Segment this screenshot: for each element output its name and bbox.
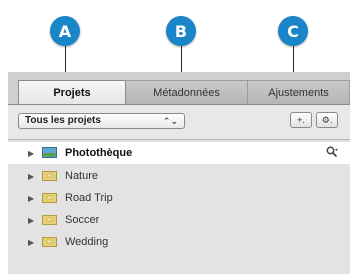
project-row[interactable]: ▶ Road Trip bbox=[8, 187, 350, 209]
project-label: Road Trip bbox=[65, 192, 113, 204]
disclosure-triangle-icon[interactable]: ▶ bbox=[28, 216, 34, 225]
project-folder-icon bbox=[42, 193, 57, 203]
project-filter-label: Tous les projets bbox=[25, 115, 101, 126]
projects-toolbar: Tous les projets ⌃⌄ +. ⚙. bbox=[8, 105, 350, 140]
tab-metadonnees[interactable]: Métadonnées bbox=[125, 80, 248, 104]
project-folder-icon bbox=[42, 215, 57, 225]
library-label: Photothèque bbox=[65, 147, 133, 159]
select-arrows-icon: ⌃⌄ bbox=[162, 116, 178, 126]
add-button[interactable]: +. bbox=[290, 112, 312, 128]
project-row[interactable]: ▶ Wedding bbox=[8, 231, 350, 253]
project-row[interactable]: ▶ Soccer bbox=[8, 209, 350, 231]
project-row[interactable]: ▶ Nature bbox=[8, 165, 350, 187]
action-menu-button[interactable]: ⚙. bbox=[316, 112, 338, 128]
callout-c: C bbox=[278, 16, 308, 46]
project-label: Wedding bbox=[65, 236, 109, 248]
project-folder-icon bbox=[42, 171, 57, 181]
search-icon[interactable] bbox=[326, 146, 338, 158]
tab-ajustements[interactable]: Ajustements bbox=[247, 80, 350, 104]
disclosure-triangle-icon[interactable]: ▶ bbox=[28, 194, 34, 203]
project-filter-select[interactable]: Tous les projets ⌃⌄ bbox=[18, 113, 185, 129]
project-folder-icon bbox=[42, 237, 57, 247]
library-photo-icon bbox=[42, 147, 57, 158]
disclosure-triangle-icon[interactable]: ▶ bbox=[28, 238, 34, 247]
disclosure-triangle-icon[interactable]: ▶ bbox=[28, 149, 34, 158]
tab-bar: Projets Métadonnées Ajustements bbox=[8, 80, 350, 104]
library-row[interactable]: ▶ Photothèque bbox=[8, 142, 350, 164]
inspector-panel: Projets Métadonnées Ajustements Tous les… bbox=[8, 72, 350, 274]
disclosure-triangle-icon[interactable]: ▶ bbox=[28, 172, 34, 181]
tab-projets[interactable]: Projets bbox=[18, 80, 126, 104]
project-label: Soccer bbox=[65, 214, 100, 226]
callout-a: A bbox=[50, 16, 80, 46]
project-list: ▶ Photothèque ▶ Nature ▶ Road Trip ▶ Soc… bbox=[8, 140, 350, 274]
callout-b: B bbox=[166, 16, 196, 46]
project-label: Nature bbox=[65, 170, 99, 182]
